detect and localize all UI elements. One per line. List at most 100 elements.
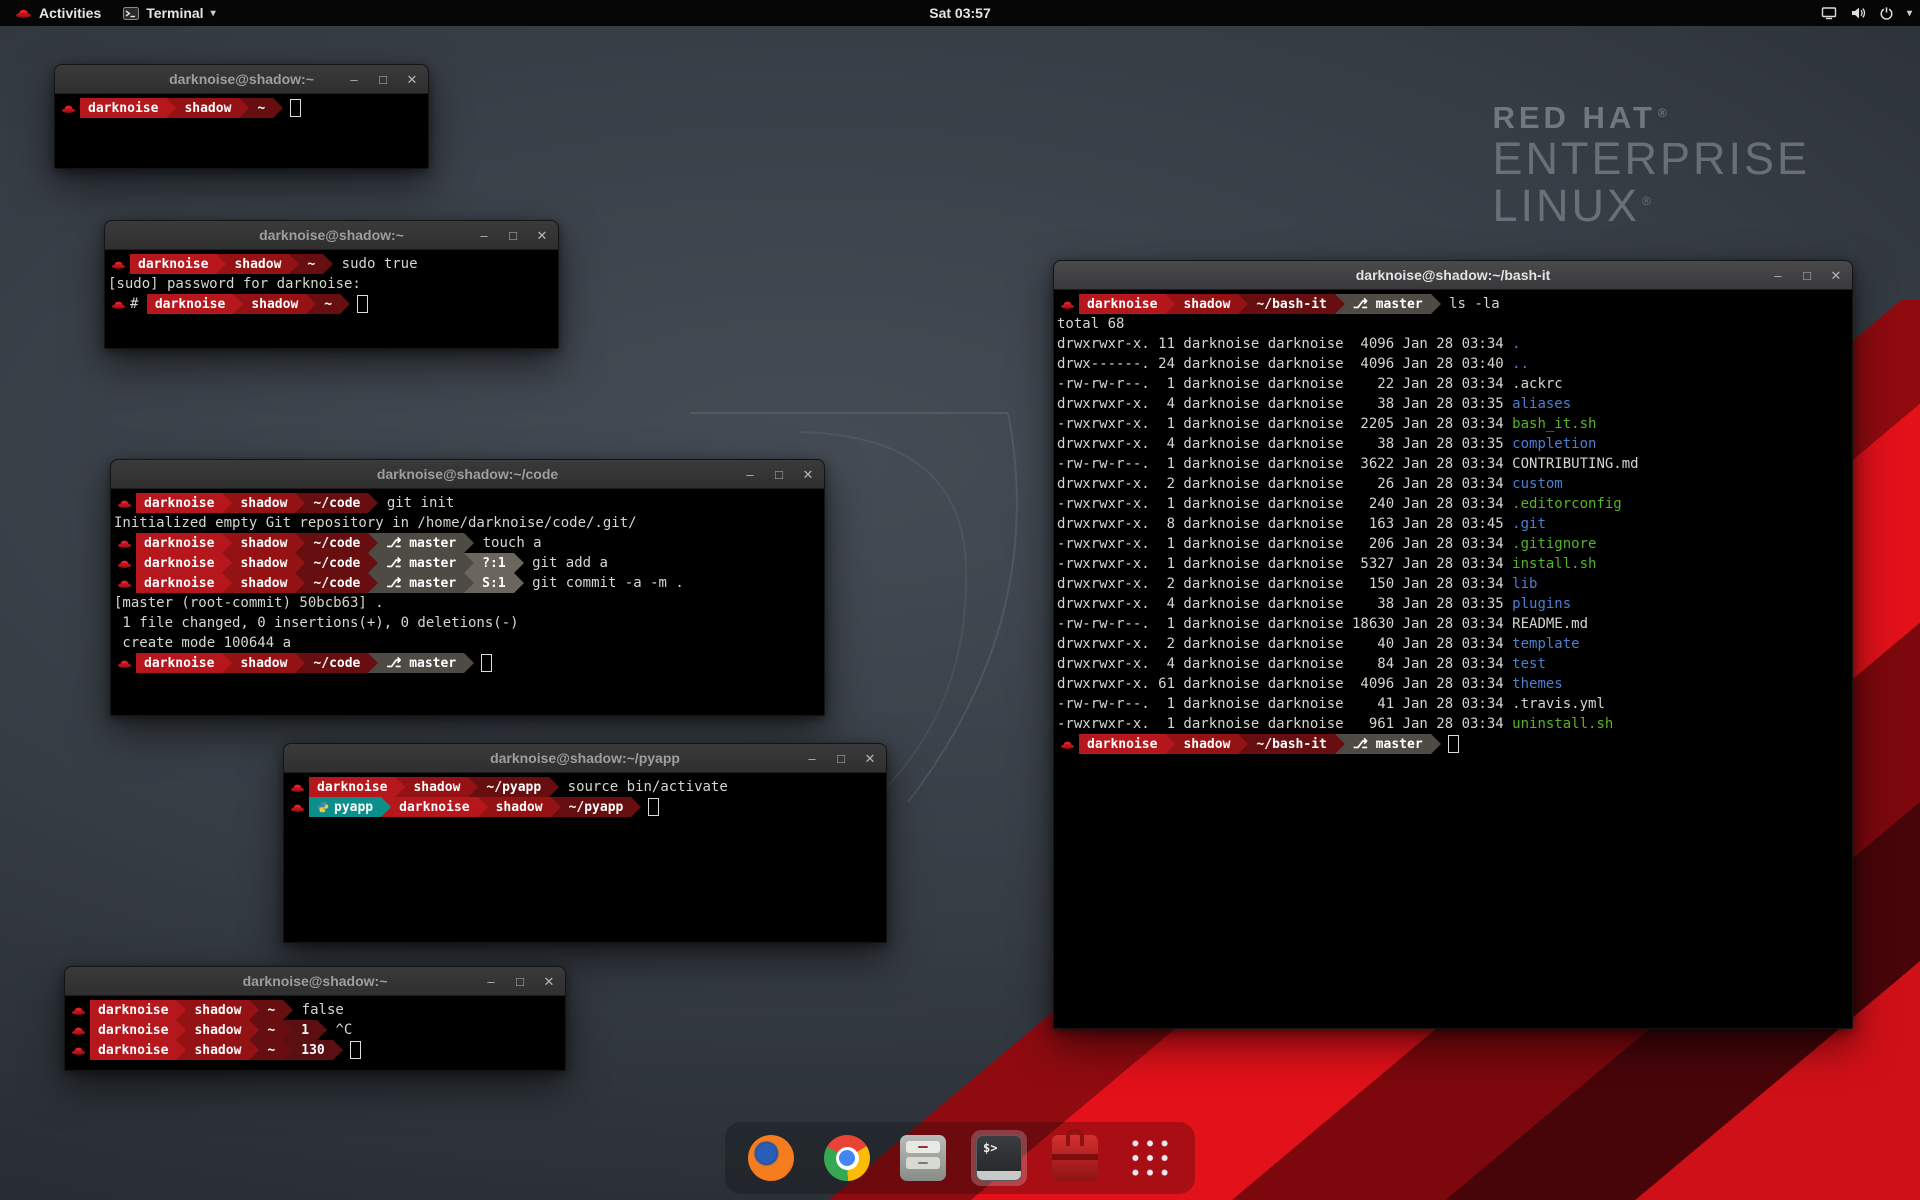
prompt-segment-host: shadow <box>186 1020 249 1040</box>
powerline-separator-icon <box>1335 294 1345 314</box>
prompt-segment-exit: 130 <box>293 1040 332 1060</box>
prompt-segment-host: shadow <box>186 1040 249 1060</box>
windows-layer: darknoise@shadow:~–□✕darknoiseshadow~dar… <box>0 0 1920 1200</box>
prompt-segment-user: darknoise <box>130 254 216 274</box>
maximize-button[interactable]: □ <box>376 73 390 86</box>
dock-item-terminal[interactable] <box>971 1130 1027 1186</box>
close-button[interactable]: ✕ <box>801 468 815 481</box>
terminal-text: aliases <box>1512 396 1571 412</box>
prompt-segment-git: ⎇ master <box>378 553 464 573</box>
prompt-segment-host: shadow <box>232 493 295 513</box>
terminal-body[interactable]: darknoiseshadow~ falsedarknoiseshadow~1 … <box>65 996 565 1070</box>
terminal-line: drwx------. 24 darknoise darknoise 4096 … <box>1057 354 1849 374</box>
maximize-button[interactable]: □ <box>513 975 527 988</box>
terminal-line: -rw-rw-r--. 1 darknoise darknoise 18630 … <box>1057 614 1849 634</box>
prompt-segment-exit: 1 <box>293 1020 317 1040</box>
terminal-text: drwxrwxr-x. 8 darknoise darknoise 163 Ja… <box>1057 516 1512 532</box>
terminal-line: create mode 100644 a <box>114 633 821 653</box>
terminal-line: darknoiseshadow~/code⎇ master?:1 git add… <box>114 553 821 573</box>
terminal-line: drwxrwxr-x. 4 darknoise darknoise 38 Jan… <box>1057 394 1849 414</box>
minimize-button[interactable]: – <box>477 229 491 242</box>
terminal-body[interactable]: darknoiseshadow~/pyapp source bin/activa… <box>284 773 886 942</box>
minimize-button[interactable]: – <box>743 468 757 481</box>
window-titlebar[interactable]: darknoise@shadow:~–□✕ <box>65 967 565 996</box>
terminal-line: drwxrwxr-x. 8 darknoise darknoise 163 Ja… <box>1057 514 1849 534</box>
prompt-segment-path: ~/code <box>305 493 368 513</box>
terminal-text: source bin/activate <box>559 779 728 795</box>
window-titlebar[interactable]: darknoise@shadow:~/pyapp–□✕ <box>284 744 886 773</box>
dock-item-files[interactable] <box>895 1130 951 1186</box>
minimize-button[interactable]: – <box>347 73 361 86</box>
activities-button[interactable]: Activities <box>4 0 112 26</box>
terminal-text: .gitignore <box>1512 536 1596 552</box>
dock-item-firefox[interactable] <box>743 1130 799 1186</box>
close-button[interactable]: ✕ <box>542 975 556 988</box>
chevron-down-icon: ▾ <box>1907 8 1912 19</box>
minimize-button[interactable]: – <box>484 975 498 988</box>
window-titlebar[interactable]: darknoise@shadow:~ – □ ✕ <box>105 221 558 250</box>
terminal-text: README.md <box>1512 616 1588 632</box>
window-controls: – □ ✕ <box>484 967 556 995</box>
prompt-segment-path: ~ <box>249 98 273 118</box>
app-menu[interactable]: Terminal ▾ <box>112 0 226 26</box>
dock-item-software[interactable] <box>1047 1130 1103 1186</box>
maximize-button[interactable]: □ <box>772 468 786 481</box>
maximize-button[interactable]: □ <box>834 752 848 765</box>
prompt-segment-path: ~ <box>299 254 323 274</box>
minimize-button[interactable]: – <box>1771 269 1785 282</box>
terminal-text: drwxrwxr-x. 2 darknoise darknoise 150 Ja… <box>1057 576 1512 592</box>
powerline-separator-icon <box>464 533 474 553</box>
terminal-body[interactable]: darknoiseshadow~ <box>55 94 428 168</box>
prompt-segment-user: darknoise <box>147 294 233 314</box>
window-titlebar[interactable]: darknoise@shadow:~–□✕ <box>55 65 428 94</box>
close-button[interactable]: ✕ <box>535 229 549 242</box>
terminal-line: -rwxrwxr-x. 1 darknoise darknoise 240 Ja… <box>1057 494 1849 514</box>
powerline-separator-icon <box>222 533 232 553</box>
powerline-separator-icon <box>283 1040 293 1060</box>
maximize-button[interactable]: □ <box>506 229 520 242</box>
window-titlebar[interactable]: darknoise@shadow:~/code – □ ✕ <box>111 460 824 489</box>
terminal-text: custom <box>1512 476 1563 492</box>
window-titlebar[interactable]: darknoise@shadow:~/bash-it–□✕ <box>1054 261 1852 290</box>
terminal-text: [master (root-commit) 50bcb63] . <box>114 595 384 611</box>
dock-item-chrome[interactable] <box>819 1130 875 1186</box>
terminal-text: ^C <box>327 1022 352 1038</box>
powerline-separator-icon <box>295 653 305 673</box>
system-status-area[interactable]: ▾ <box>1821 0 1912 26</box>
terminal-line: -rw-rw-r--. 1 darknoise darknoise 41 Jan… <box>1057 694 1849 714</box>
window-title: darknoise@shadow:~/code <box>377 466 558 482</box>
terminal-line: darknoiseshadow~/code git init <box>114 493 821 513</box>
terminal-line: 1 file changed, 0 insertions(+), 0 delet… <box>114 613 821 633</box>
prompt-segment-path: ~ <box>259 1000 283 1020</box>
powerline-separator-icon <box>368 573 378 593</box>
clock[interactable]: Sat 03:57 <box>929 0 990 26</box>
prompt-segment-git: ⎇ master <box>1345 734 1431 754</box>
close-button[interactable]: ✕ <box>863 752 877 765</box>
powerline-separator-icon <box>1238 294 1248 314</box>
terminal-text: Initialized empty Git repository in /hom… <box>114 515 637 531</box>
close-button[interactable]: ✕ <box>405 73 419 86</box>
powerline-separator-icon <box>166 98 176 118</box>
terminal-window: darknoise@shadow:~–□✕darknoiseshadow~ fa… <box>64 966 566 1071</box>
close-button[interactable]: ✕ <box>1829 269 1843 282</box>
terminal-body[interactable]: darknoiseshadow~ sudo true[sudo] passwor… <box>105 250 558 348</box>
window-controls: – □ ✕ <box>477 221 549 249</box>
powerline-separator-icon <box>249 1040 259 1060</box>
prompt-segment-path: ~/pyapp <box>561 797 632 817</box>
power-icon <box>1879 6 1894 21</box>
dock-item-app-grid[interactable] <box>1123 1131 1177 1185</box>
terminal-line: darknoiseshadow~ sudo true <box>108 254 555 274</box>
window-title: darknoise@shadow:~ <box>259 227 404 243</box>
prompt-segment-path: ~/code <box>305 533 368 553</box>
redhat-prompt-icon <box>117 558 132 569</box>
terminal-body[interactable]: darknoiseshadow~/bash-it⎇ master ls -lat… <box>1054 290 1852 1028</box>
prompt-segment-path: ~/bash-it <box>1248 294 1334 314</box>
terminal-line: drwxrwxr-x. 2 darknoise darknoise 150 Ja… <box>1057 574 1849 594</box>
minimize-button[interactable]: – <box>805 752 819 765</box>
prompt-segment-host: shadow <box>488 797 551 817</box>
terminal-body[interactable]: darknoiseshadow~/code git initInitialize… <box>111 489 824 715</box>
maximize-button[interactable]: □ <box>1800 269 1814 282</box>
prompt-segment-user: darknoise <box>90 1040 176 1060</box>
terminal-text: .editorconfig <box>1512 496 1622 512</box>
prompt-segment-host: shadow <box>243 294 306 314</box>
